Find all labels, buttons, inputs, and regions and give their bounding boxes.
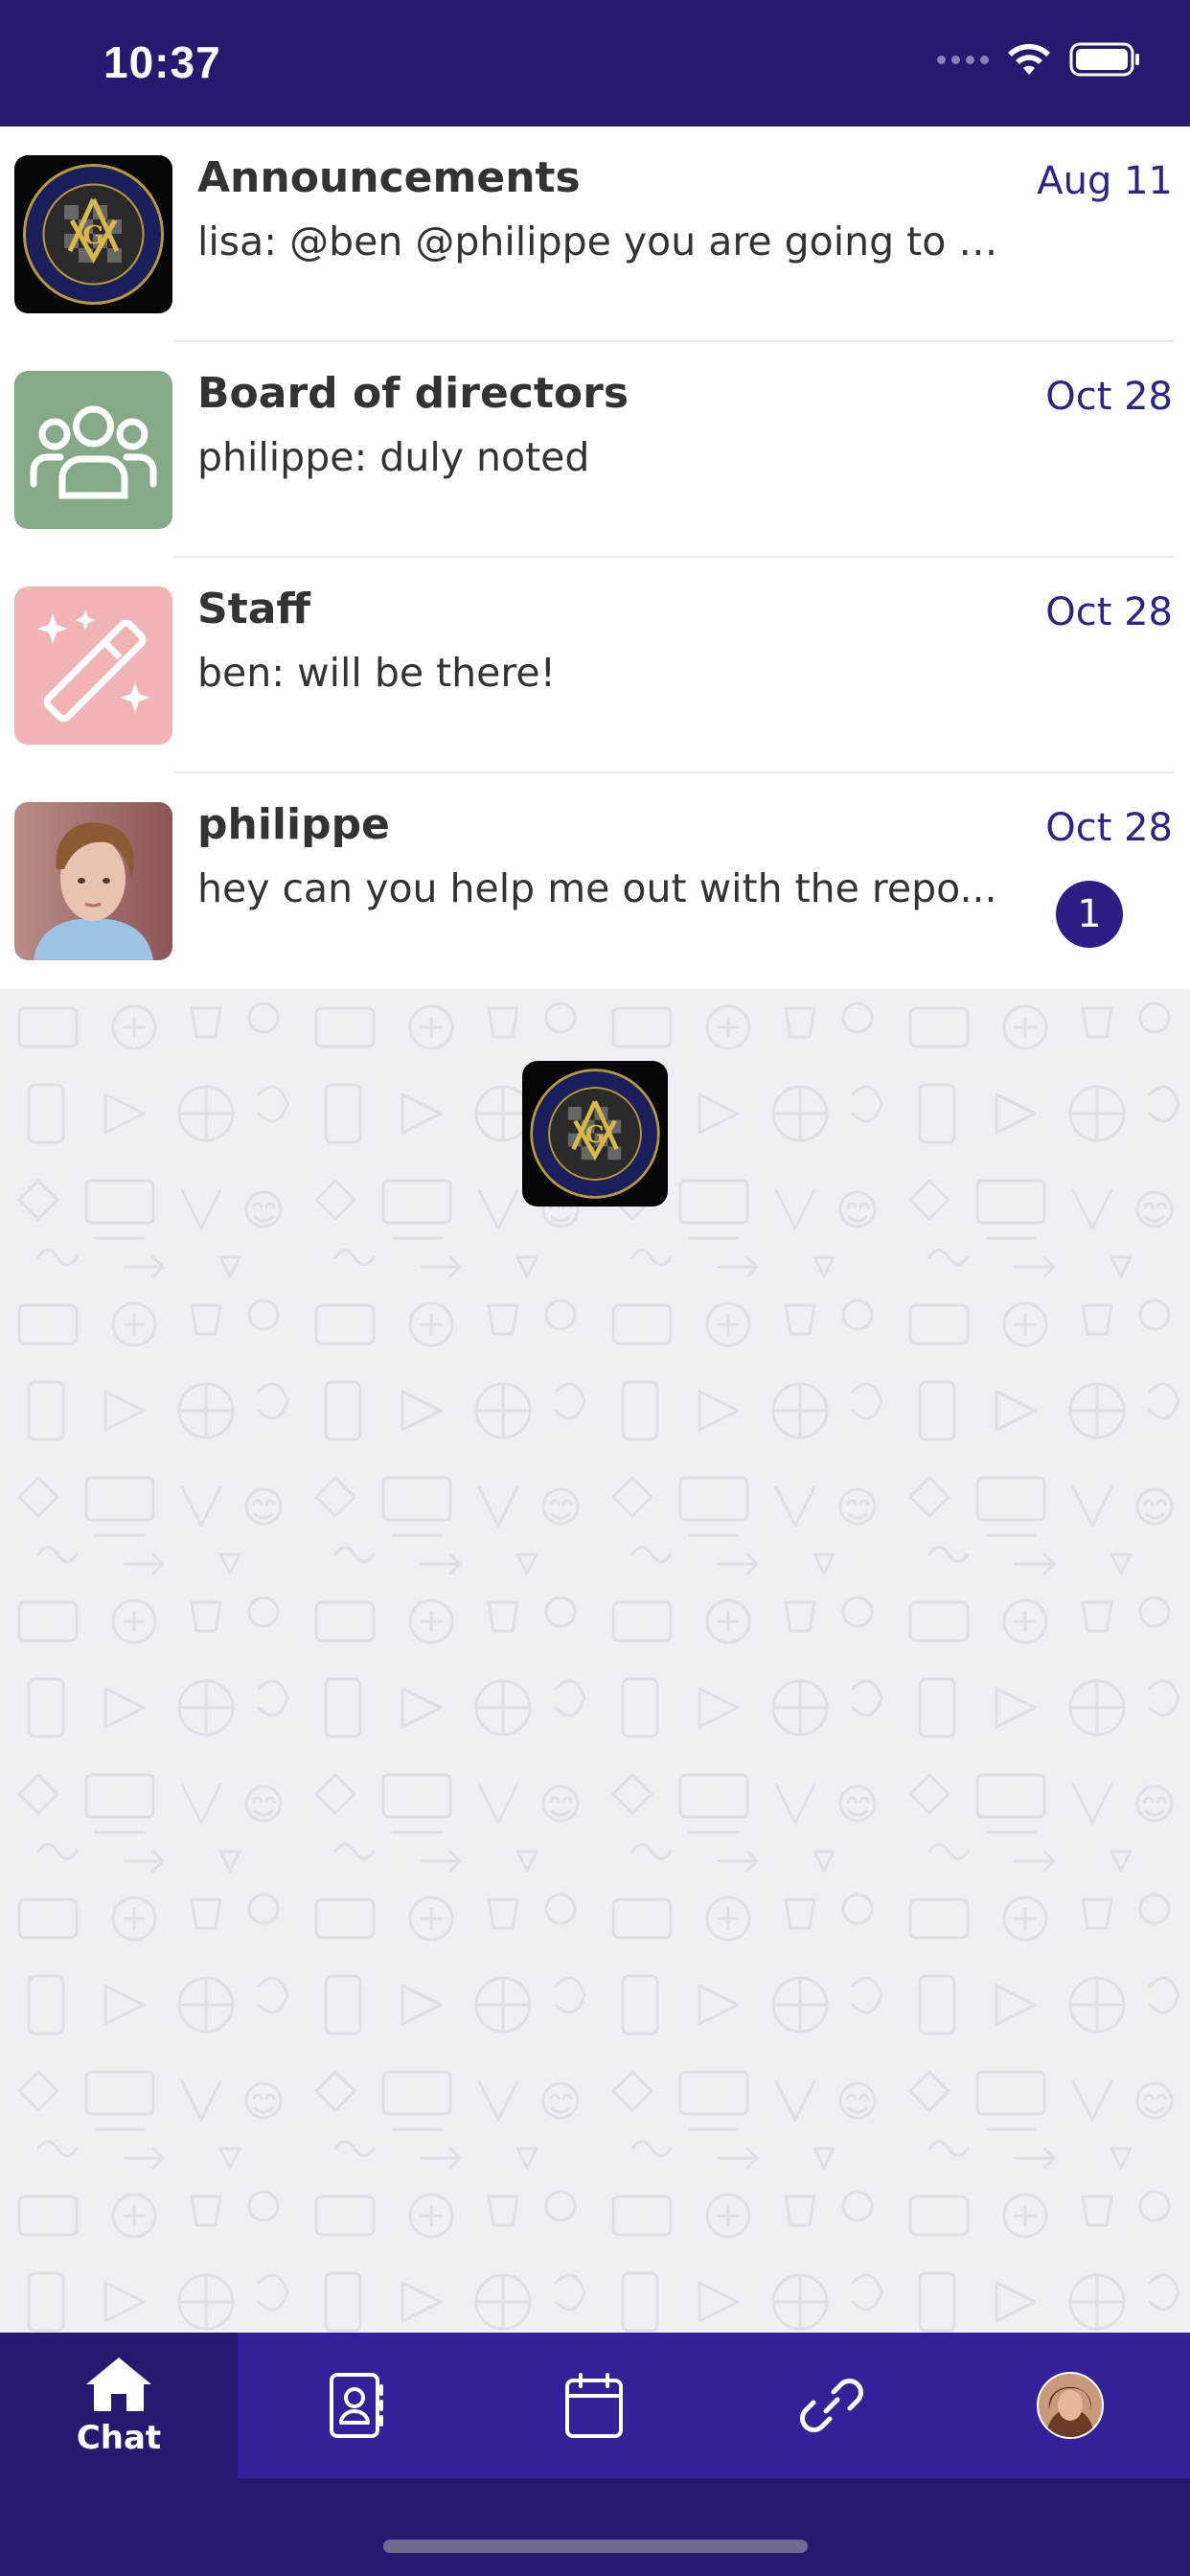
chat-date: Oct 28 bbox=[1045, 806, 1173, 850]
tab-row: Chat bbox=[0, 2333, 1190, 2478]
unread-badge: 1 bbox=[1056, 881, 1123, 948]
chat-row-board-of-directors[interactable]: Board of directors philippe: duly noted … bbox=[0, 342, 1190, 558]
magic-wand-icon bbox=[14, 586, 172, 745]
chat-name: Board of directors bbox=[197, 369, 629, 418]
signal-icon bbox=[937, 55, 989, 64]
calendar-icon bbox=[565, 2373, 623, 2438]
masonic-logo: G bbox=[522, 1061, 668, 1207]
tab-profile[interactable] bbox=[950, 2333, 1190, 2478]
masonic-logo: G bbox=[14, 155, 172, 313]
chat-date: Aug 11 bbox=[1037, 159, 1173, 203]
battery-icon bbox=[1069, 42, 1139, 77]
tab-contacts[interactable] bbox=[238, 2333, 475, 2478]
svg-text:G: G bbox=[82, 221, 103, 250]
tab-chat[interactable]: Chat bbox=[0, 2333, 238, 2478]
chat-preview: hey can you help me out with the repo... bbox=[197, 865, 997, 911]
wifi-icon bbox=[1008, 43, 1050, 75]
link-icon bbox=[800, 2379, 863, 2432]
tab-links[interactable] bbox=[713, 2333, 950, 2478]
chat-name: philippe bbox=[197, 800, 390, 849]
chat-preview: ben: will be there! bbox=[197, 650, 557, 696]
tab-label: Chat bbox=[76, 2419, 162, 2457]
chat-list: G Announcements lisa: @ben @philippe you… bbox=[0, 126, 1190, 989]
profile-avatar bbox=[1037, 2372, 1104, 2439]
tab-calendar[interactable] bbox=[475, 2333, 713, 2478]
svg-text:G: G bbox=[585, 1121, 605, 1148]
chat-date: Oct 28 bbox=[1045, 590, 1173, 634]
status-icons bbox=[937, 42, 1142, 77]
contacts-icon bbox=[330, 2373, 383, 2438]
group-icon bbox=[14, 371, 172, 529]
chat-preview: philippe: duly noted bbox=[197, 434, 590, 480]
chat-preview: lisa: @ben @philippe you are going to li… bbox=[197, 218, 1002, 264]
status-time: 10:37 bbox=[103, 37, 221, 87]
chat-row-staff[interactable]: Staff ben: will be there! Oct 28 bbox=[0, 558, 1190, 773]
chat-row-announcements[interactable]: G Announcements lisa: @ben @philippe you… bbox=[0, 126, 1190, 342]
status-bar: 10:37 bbox=[0, 0, 1190, 126]
chat-row-philippe[interactable]: philippe hey can you help me out with th… bbox=[0, 773, 1190, 989]
chat-name: Announcements bbox=[197, 153, 581, 202]
chat-name: Staff bbox=[197, 585, 311, 633]
home-indicator bbox=[383, 2540, 808, 2553]
home-icon bbox=[86, 2358, 151, 2411]
chat-date: Oct 28 bbox=[1045, 375, 1173, 419]
user-photo bbox=[14, 802, 172, 960]
